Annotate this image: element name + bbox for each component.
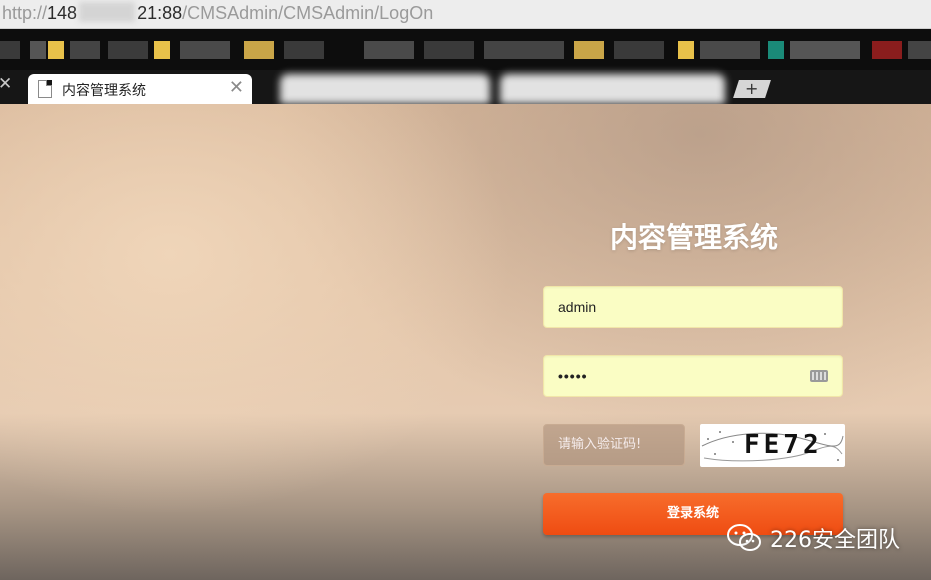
bookmark-item[interactable] <box>70 41 100 59</box>
address-bar[interactable]: http://148 21:88/CMSAdmin/CMSAdmin/LogOn <box>0 0 931 29</box>
bookmark-item[interactable] <box>30 41 46 59</box>
bookmark-item[interactable] <box>908 41 931 59</box>
url-path: /CMSAdmin/CMSAdmin/LogOn <box>182 3 434 23</box>
bookmark-item[interactable] <box>574 41 604 59</box>
wechat-icon <box>727 524 761 551</box>
watermark: 226安全团队 <box>726 522 900 554</box>
bookmarks-bar <box>0 29 931 70</box>
keyboard-icon[interactable] <box>810 370 828 382</box>
bookmark-item[interactable] <box>700 41 760 59</box>
login-page: 内容管理系统 admin ••••• 请输入验证码! FE72 登录系统 226… <box>0 104 931 580</box>
tab-strip: 内容管理系统 ✕ <box>0 70 931 104</box>
url-text[interactable]: http://148 21:88/CMSAdmin/CMSAdmin/LogOn <box>2 2 433 24</box>
bookmark-item[interactable] <box>614 41 664 59</box>
tab-close-icon[interactable]: ✕ <box>229 77 244 98</box>
url-host-start: 148 <box>47 3 78 23</box>
password-input[interactable]: ••••• <box>543 355 843 397</box>
captcha-placeholder: 请输入验证码! <box>558 437 642 452</box>
captcha-text: FE72 <box>744 430 823 460</box>
url-redaction <box>79 2 136 22</box>
tab-redacted[interactable] <box>280 74 490 104</box>
tab-redacted[interactable] <box>500 74 725 104</box>
bookmark-item[interactable] <box>284 41 324 59</box>
tab-label: 内容管理系统 <box>62 82 146 98</box>
bookmark-item[interactable] <box>48 41 64 59</box>
bookmark-item[interactable] <box>424 41 474 59</box>
username-input[interactable]: admin <box>543 286 843 328</box>
captcha-image[interactable]: FE72 <box>700 424 845 467</box>
new-tab-button[interactable]: + <box>733 79 771 98</box>
bookmark-item[interactable] <box>678 41 694 59</box>
bookmark-item[interactable] <box>768 41 784 59</box>
plus-icon: + <box>745 79 759 98</box>
bookmark-item[interactable] <box>364 41 414 59</box>
password-value: ••••• <box>558 368 588 384</box>
tab-active[interactable]: 内容管理系统 ✕ <box>28 74 252 104</box>
username-value: admin <box>558 299 597 315</box>
url-host-end: 21:88 <box>137 3 183 23</box>
tab-close-icon[interactable]: ✕ <box>0 74 12 94</box>
page-icon <box>38 80 52 98</box>
bookmark-item[interactable] <box>790 41 860 59</box>
bookmark-item[interactable] <box>0 41 20 59</box>
bookmark-item[interactable] <box>154 41 170 59</box>
page-title: 内容管理系统 <box>609 221 778 254</box>
bookmark-item[interactable] <box>484 41 564 59</box>
watermark-text: 226安全团队 <box>770 528 900 553</box>
url-scheme: http:// <box>2 3 48 23</box>
bookmark-item[interactable] <box>180 41 230 59</box>
bookmark-item[interactable] <box>244 41 274 59</box>
bookmark-item[interactable] <box>872 41 902 59</box>
bookmark-item[interactable] <box>108 41 148 59</box>
captcha-input[interactable]: 请输入验证码! <box>543 424 685 466</box>
